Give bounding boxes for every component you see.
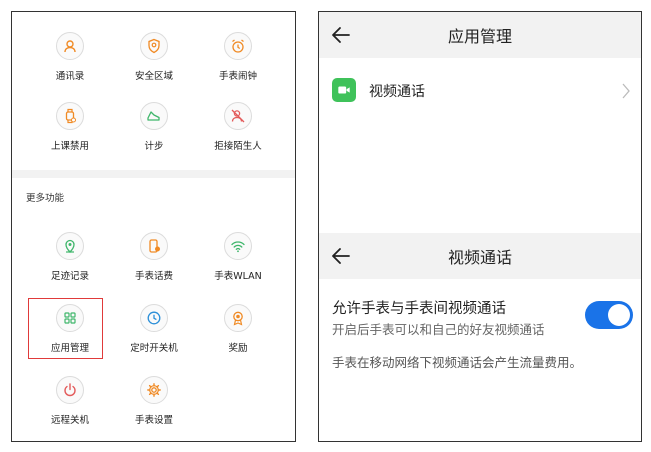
section-title: 更多功能: [26, 193, 65, 204]
feature-phone-bill[interactable]: 手表话费: [116, 232, 192, 294]
feature-label: 手表设置: [134, 415, 173, 426]
settings-panel: 应用管理 视频通话 视频通话 允许手表与手表间视频通话 开启后手表可以和自己的好…: [318, 11, 642, 442]
feature-label: 安全区域: [134, 71, 173, 82]
toggle-knob: [608, 304, 630, 326]
app-list-item[interactable]: 视频通话: [319, 70, 641, 112]
feature-label: 远程关机: [50, 415, 89, 426]
feature-label: 奖励: [228, 343, 248, 354]
feature-remote-shutdown[interactable]: 远程关机: [32, 376, 108, 438]
alarm-clock-icon: [224, 32, 252, 60]
shield-icon: [140, 32, 168, 60]
feature-footprints[interactable]: 足迹记录: [32, 232, 108, 294]
feature-watch-wlan[interactable]: 手表WLAN: [200, 232, 276, 294]
feature-label: 手表WLAN: [214, 271, 262, 282]
app-management-highlight: [28, 298, 103, 359]
shoe-icon: [140, 102, 168, 130]
feature-label: 手表话费: [134, 271, 173, 282]
back-arrow-icon[interactable]: [329, 244, 353, 268]
back-arrow-icon[interactable]: [329, 23, 353, 47]
clock-icon: [140, 304, 168, 332]
video-call-header: 视频通话: [319, 233, 641, 279]
feature-label: 上课禁用: [50, 141, 89, 152]
setting-title: 允许手表与手表间视频通话: [332, 301, 506, 317]
feature-label: 手表闹钟: [218, 71, 257, 82]
feature-label: 足迹记录: [50, 271, 89, 282]
feature-scheduled-power[interactable]: 定时开关机: [116, 304, 192, 366]
section-divider: [12, 170, 295, 178]
feature-label: 定时开关机: [130, 343, 178, 354]
setting-subtitle: 开启后手表可以和自己的好友视频通话: [332, 322, 545, 337]
watch-lock-icon: [56, 102, 84, 130]
feature-safe-zone[interactable]: 安全区域: [116, 32, 192, 94]
feature-label: 计步: [144, 141, 164, 152]
app-management-header: 应用管理: [319, 12, 641, 58]
feature-label: 通讯录: [55, 71, 85, 82]
gear-icon: [140, 376, 168, 404]
page-title: 视频通话: [447, 248, 512, 267]
feature-label: 拒接陌生人: [214, 141, 262, 152]
data-usage-note: 手表在移动网络下视频通话会产生流量费用。: [332, 355, 583, 370]
location-pin-icon: [56, 232, 84, 260]
video-call-toggle[interactable]: [585, 301, 633, 329]
feature-step-count[interactable]: 计步: [116, 102, 192, 164]
feature-watch-settings[interactable]: 手表设置: [116, 376, 192, 438]
feature-reject-strangers[interactable]: 拒接陌生人: [200, 102, 276, 164]
phone-bill-icon: [140, 232, 168, 260]
page-title: 应用管理: [447, 27, 512, 46]
feature-class-mode[interactable]: 上课禁用: [32, 102, 108, 164]
app-name: 视频通话: [369, 84, 425, 100]
medal-icon: [224, 304, 252, 332]
contacts-icon: [56, 32, 84, 60]
power-icon: [56, 376, 84, 404]
watch-features-panel: 通讯录 安全区域 手表闹钟 上课禁用 计步 拒接陌生人 更多功能 足迹记录 手表…: [11, 11, 296, 442]
video-call-icon: [332, 78, 356, 102]
feature-contacts[interactable]: 通讯录: [32, 32, 108, 94]
wifi-icon: [224, 232, 252, 260]
feature-rewards[interactable]: 奖励: [200, 304, 276, 366]
chevron-right-icon: [622, 83, 630, 99]
block-person-icon: [224, 102, 252, 130]
feature-watch-alarm[interactable]: 手表闹钟: [200, 32, 276, 94]
